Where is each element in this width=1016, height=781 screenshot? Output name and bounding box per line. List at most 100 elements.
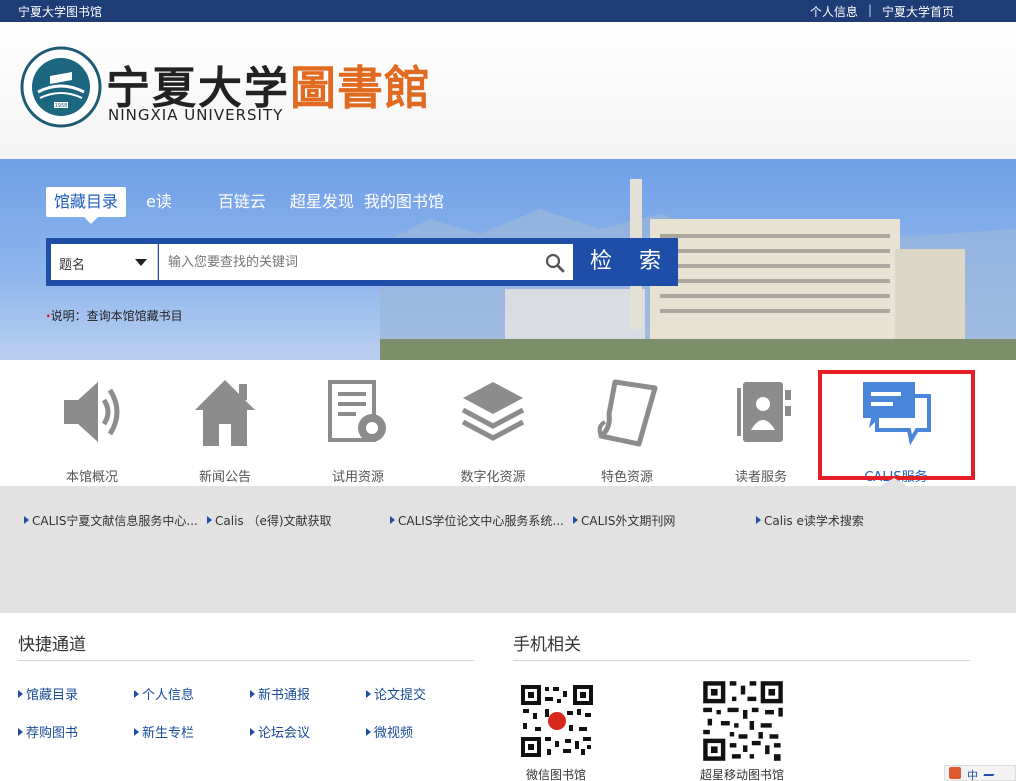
nav-item-reader-service[interactable]: 读者服务 [706, 374, 816, 485]
selected-highlight-box [818, 370, 975, 480]
university-seal-icon[interactable]: 1958 [20, 46, 102, 128]
nav-item-special[interactable]: 特色资源 [572, 374, 682, 485]
search-note-text: 说明：查询本馆馆藏书目 [50, 309, 183, 323]
home-icon [195, 380, 255, 446]
triangle-bullet-icon [250, 728, 255, 736]
triangle-bullet-icon [366, 690, 371, 698]
triangle-bullet-icon [24, 516, 29, 524]
search-input[interactable] [159, 244, 573, 280]
quick-link[interactable]: 新书通报 [250, 684, 310, 703]
search-icon[interactable] [544, 252, 566, 274]
site-header: 1958 宁夏大学 圖書館 NINGXIA UNIVERSITY [0, 22, 1016, 159]
search-field-select[interactable]: 题名 [51, 244, 158, 280]
speaker-icon [64, 382, 120, 442]
quick-link[interactable]: 个人信息 [134, 684, 194, 703]
triangle-bullet-icon [207, 516, 212, 524]
top-separator: | [867, 3, 872, 17]
scroll-icon [597, 379, 658, 447]
tab-my-library[interactable]: 我的图书馆 [364, 187, 444, 217]
chevron-down-icon [135, 259, 147, 266]
top-links: 个人信息 | 宁夏大学首页 [810, 3, 954, 20]
site-name[interactable]: 宁夏大学图书馆 [18, 3, 102, 20]
wechat-qr-code-icon [519, 683, 595, 759]
layers-icon [461, 382, 525, 441]
triangle-bullet-icon [134, 690, 139, 698]
search-tabs: 馆藏目录 e读 百链云 超星发现 我的图书馆 [46, 187, 444, 224]
top-bar: 宁夏大学图书馆 个人信息 | 宁夏大学首页 [0, 0, 1016, 22]
quick-link-label: 馆藏目录 [26, 688, 79, 703]
triangle-bullet-icon [18, 728, 23, 736]
university-home-link[interactable]: 宁夏大学首页 [882, 3, 954, 20]
search-button[interactable]: 检 索 [575, 238, 678, 286]
chaoxing-qr-code-icon [701, 679, 785, 763]
document-gear-icon [328, 380, 386, 442]
search-note: ·说明：查询本馆馆藏书目 [46, 307, 183, 324]
calis-link-label: CALIS学位论文中心服务系统... [398, 514, 564, 528]
tab-chaoxing-discovery[interactable]: 超星发现 [290, 187, 354, 217]
logo-library-name: 圖書館 [290, 61, 431, 115]
calis-link-strip: CALIS宁夏文献信息服务中心... Calis （e得)文献获取 CALIS学… [0, 486, 1016, 613]
triangle-bullet-icon [134, 728, 139, 736]
search-box: 题名 检 索 [46, 238, 678, 286]
tab-eread[interactable]: e读 [146, 187, 172, 217]
seal-year: 1958 [55, 103, 68, 109]
quick-link[interactable]: 微视频 [366, 722, 413, 741]
personal-info-link[interactable]: 个人信息 [810, 3, 858, 20]
calis-link[interactable]: Calis e读学术搜索 [756, 512, 864, 529]
quick-access-divider [18, 660, 474, 661]
tab-bailian-cloud[interactable]: 百链云 [218, 187, 266, 217]
quick-link-label: 新书通报 [258, 688, 311, 703]
quick-link-label: 论文提交 [374, 688, 427, 703]
quick-link[interactable]: 论坛会议 [250, 722, 310, 741]
calis-link-label: CALIS外文期刊网 [581, 514, 676, 528]
nav-label-special: 特色资源 [600, 470, 653, 485]
ime-moon-icon [983, 770, 997, 776]
ime-logo-icon [949, 767, 961, 779]
calis-link-label: CALIS宁夏文献信息服务中心... [32, 514, 198, 528]
search-field-value: 题名 [59, 258, 86, 273]
mobile-section-title: 手机相关 [513, 635, 581, 655]
quick-link[interactable]: 荐购图书 [18, 722, 78, 741]
triangle-bullet-icon [250, 690, 255, 698]
nav-label-overview: 本馆概况 [65, 470, 118, 485]
nav-label-reader-service: 读者服务 [734, 470, 787, 485]
quick-link-label: 荐购图书 [26, 726, 79, 741]
chaoxing-library-label: 超星移动图书馆 [700, 768, 785, 781]
service-nav: 本馆概况 新闻公告 试用资源 数字化资源 特色资源 读者服务 CALIS服务 [0, 360, 1016, 486]
quick-access-title: 快捷通道 [18, 635, 86, 655]
tab-catalog[interactable]: 馆藏目录 [46, 187, 127, 224]
triangle-bullet-icon [18, 690, 23, 698]
triangle-bullet-icon [366, 728, 371, 736]
nav-item-trial[interactable]: 试用资源 [303, 374, 413, 485]
nav-label-digital: 数字化资源 [460, 470, 526, 485]
calis-link[interactable]: Calis （e得)文献获取 [207, 512, 332, 529]
nav-item-overview[interactable]: 本馆概况 [37, 374, 147, 485]
input-method-toolbar[interactable]: 中 [944, 765, 1016, 781]
search-banner: 馆藏目录 e读 百链云 超星发现 我的图书馆 题名 检 索 ·说明：查询本馆馆藏… [0, 159, 1016, 360]
nav-item-digital[interactable]: 数字化资源 [438, 374, 548, 485]
nav-label-news: 新闻公告 [198, 470, 251, 485]
nav-item-news[interactable]: 新闻公告 [170, 374, 280, 485]
logo-english-name: NINGXIA UNIVERSITY [108, 106, 284, 124]
triangle-bullet-icon [390, 516, 395, 524]
triangle-bullet-icon [756, 516, 761, 524]
quick-link-label: 个人信息 [142, 688, 195, 703]
triangle-bullet-icon [573, 516, 578, 524]
wechat-library-label: 微信图书馆 [526, 768, 587, 781]
calis-link[interactable]: CALIS学位论文中心服务系统... [390, 512, 564, 529]
quick-link[interactable]: 馆藏目录 [18, 684, 78, 703]
mobile-section-divider [513, 660, 970, 661]
calis-link[interactable]: CALIS宁夏文献信息服务中心... [24, 512, 198, 529]
calis-link-label: Calis e读学术搜索 [764, 514, 864, 528]
calis-link-label: Calis （e得)文献获取 [215, 514, 332, 528]
calis-link[interactable]: CALIS外文期刊网 [573, 512, 675, 529]
ime-mode-label: 中 [967, 769, 978, 781]
nav-label-trial: 试用资源 [331, 470, 384, 485]
contact-book-icon [737, 382, 791, 442]
quick-link[interactable]: 新生专栏 [134, 722, 194, 741]
quick-link[interactable]: 论文提交 [366, 684, 426, 703]
quick-link-label: 新生专栏 [142, 726, 195, 741]
quick-link-label: 论坛会议 [258, 726, 311, 741]
selected-caret [880, 478, 908, 486]
quick-link-label: 微视频 [374, 726, 414, 741]
